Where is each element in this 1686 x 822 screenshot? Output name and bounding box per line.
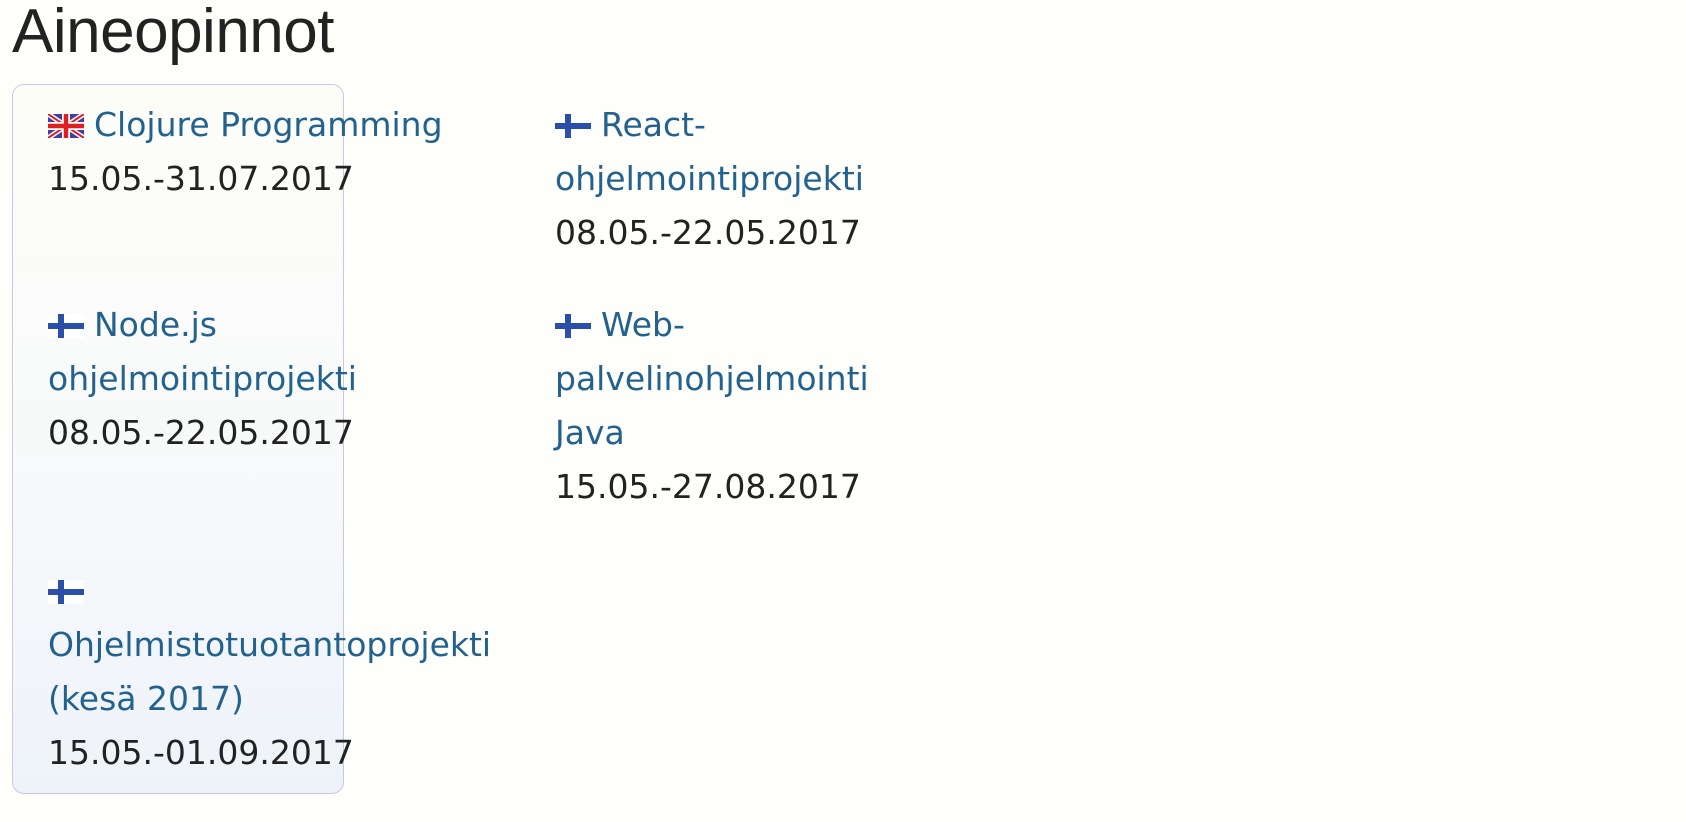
course-link-clojure[interactable]: Clojure Programming [48,105,443,144]
finland-flag-icon [48,314,84,338]
course-item-web-java: Web- palvelinohjelmointi Java 15.05.-27.… [555,298,875,514]
course-name-line1: Web- [601,305,685,344]
course-item-clojure: Clojure Programming 15.05.-31.07.2017 [48,98,508,206]
course-link-web-java[interactable]: Web- palvelinohjelmointi Java [555,305,869,452]
course-name-line1: React- [601,105,706,144]
course-name-line1: Clojure Programming [94,105,443,144]
uk-flag-icon [48,114,84,138]
finland-flag-icon [555,314,591,338]
course-name-line2: palvelinohjelmointi [555,359,869,398]
page-title: Aineopinnot [12,0,335,66]
finland-flag-icon [48,580,84,604]
course-dates: 08.05.-22.05.2017 [48,413,354,452]
course-dates: 15.05.-27.08.2017 [555,467,861,506]
course-name-line1: Node.js [94,305,217,344]
course-name-line2: ohjelmointiprojekti [555,159,864,198]
course-link-nodejs[interactable]: Node.js ohjelmointiprojekti [48,305,357,398]
course-dates: 15.05.-31.07.2017 [48,159,354,198]
course-dates: 15.05.-01.09.2017 [48,733,354,772]
course-name-line3: Java [555,413,625,452]
course-link-react[interactable]: React- ohjelmointiprojekti [555,105,864,198]
finland-flag-icon [555,114,591,138]
course-link-ohjelmistotuotanto[interactable]: Ohjelmistotuotantoprojekti (kesä 2017) [48,571,491,718]
course-item-ohjelmistotuotanto: Ohjelmistotuotantoprojekti (kesä 2017) 1… [48,564,508,780]
course-item-react: React- ohjelmointiprojekti 08.05.-22.05.… [555,98,875,260]
course-name-line3: (kesä 2017) [48,679,244,718]
course-name-line2: ohjelmointiprojekti [48,359,357,398]
course-name-line2: Ohjelmistotuotantoprojekti [48,625,492,664]
course-item-nodejs: Node.js ohjelmointiprojekti 08.05.-22.05… [48,298,508,460]
course-dates: 08.05.-22.05.2017 [555,213,861,252]
